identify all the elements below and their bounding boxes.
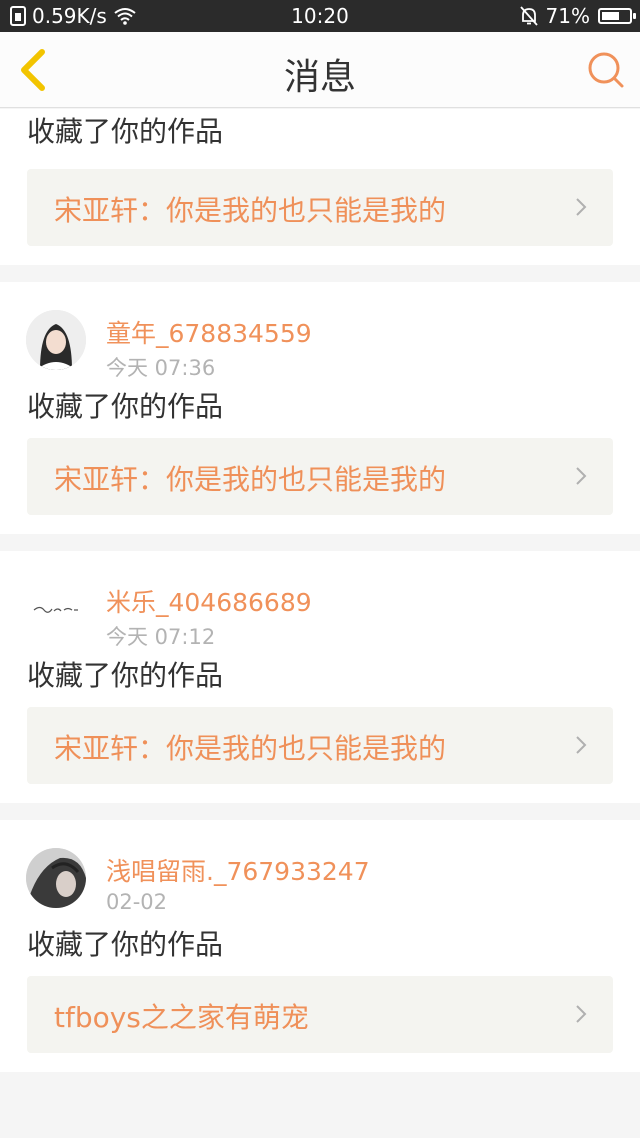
message-card: 收藏了你的作品 宋亚轩：你是我的也只能是我的 (0, 109, 640, 265)
message-card: 米乐_404686689 今天 07:12 收藏了你的作品 宋亚轩：你是我的也只… (0, 551, 640, 803)
battery-level (602, 12, 620, 20)
work-title: tfboys之之家有萌宠 (54, 1001, 309, 1034)
card-divider (0, 1072, 640, 1089)
chevron-right-icon (576, 736, 587, 754)
message-action: 收藏了你的作品 (27, 115, 224, 148)
status-right: 71% (519, 4, 636, 28)
battery-percent: 71% (545, 4, 590, 28)
header: 消息 (0, 32, 640, 108)
work-title: 宋亚轩：你是我的也只能是我的 (54, 463, 447, 496)
chevron-right-icon (576, 198, 587, 216)
page-title: 消息 (283, 57, 356, 98)
battery-icon (598, 8, 636, 24)
username[interactable]: 浅唱留雨._767933247 (106, 852, 370, 888)
timestamp: 02-02 (106, 890, 168, 914)
avatar-image (26, 579, 86, 639)
work-link[interactable]: 宋亚轩：你是我的也只能是我的 (27, 438, 613, 515)
bell-off-icon (519, 6, 538, 26)
work-title: 宋亚轩：你是我的也只能是我的 (54, 732, 447, 765)
username[interactable]: 米乐_404686689 (106, 583, 312, 619)
timestamp: 今天 07:36 (106, 356, 216, 380)
chevron-right-icon (576, 467, 587, 485)
work-title: 宋亚轩：你是我的也只能是我的 (54, 194, 447, 227)
card-spacer (0, 246, 640, 265)
message-list: 收藏了你的作品 宋亚轩：你是我的也只能是我的 童年_678834559 今天 0… (0, 109, 640, 1089)
avatar[interactable] (26, 579, 86, 639)
card-divider (0, 265, 640, 282)
avatar-image (26, 848, 86, 908)
work-link[interactable]: 宋亚轩：你是我的也只能是我的 (27, 707, 613, 784)
card-spacer (0, 515, 640, 534)
chevron-right-icon (576, 1005, 587, 1023)
timestamp: 今天 07:12 (106, 625, 216, 649)
search-icon[interactable] (586, 50, 626, 90)
message-action: 收藏了你的作品 (27, 390, 224, 423)
user-row: 米乐_404686689 今天 07:12 (0, 551, 640, 649)
message-card: 童年_678834559 今天 07:36 收藏了你的作品 宋亚轩：你是我的也只… (0, 282, 640, 534)
card-divider (0, 534, 640, 551)
avatar[interactable] (26, 848, 86, 908)
message-card: 浅唱留雨._767933247 02-02 收藏了你的作品 tfboys之之家有… (0, 820, 640, 1072)
work-link[interactable]: 宋亚轩：你是我的也只能是我的 (27, 169, 613, 246)
card-spacer (0, 784, 640, 803)
avatar[interactable] (26, 310, 86, 370)
avatar-image (26, 310, 86, 370)
user-row: 浅唱留雨._767933247 02-02 (0, 820, 640, 916)
work-link[interactable]: tfboys之之家有萌宠 (27, 976, 613, 1053)
user-row: 童年_678834559 今天 07:36 (0, 282, 640, 380)
card-spacer (0, 1053, 640, 1072)
message-action: 收藏了你的作品 (27, 928, 224, 961)
message-action: 收藏了你的作品 (27, 659, 224, 692)
card-divider (0, 803, 640, 820)
username[interactable]: 童年_678834559 (106, 314, 312, 350)
status-bar: 0.59K/s 10:20 71% (0, 0, 640, 32)
